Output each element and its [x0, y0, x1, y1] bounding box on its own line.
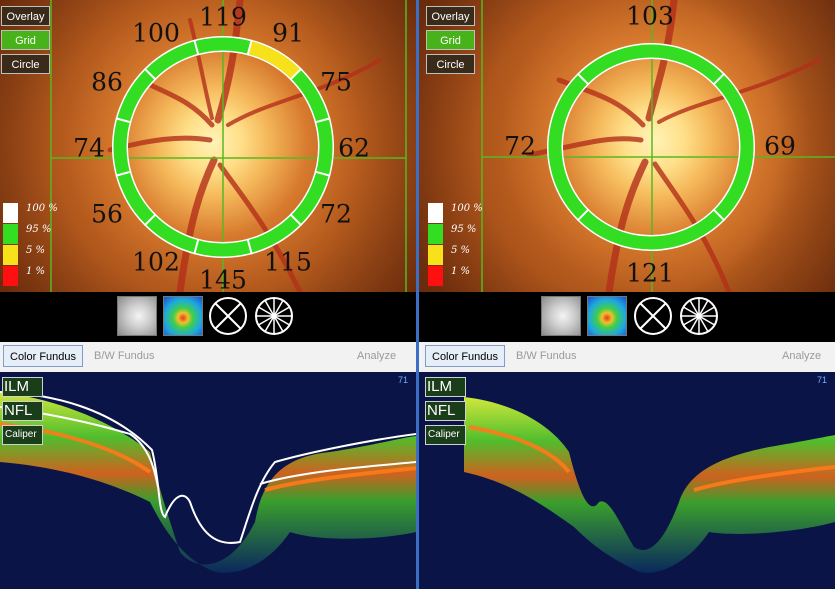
scan-number: 71 — [817, 375, 828, 385]
tab-color-fundus[interactable]: Color Fundus — [425, 345, 506, 367]
grid-button[interactable]: Grid — [426, 30, 475, 50]
quadrant-value-left: 72 — [504, 131, 536, 161]
quadrant-value-top: 103 — [626, 1, 674, 31]
caliper-button[interactable]: Caliper — [2, 425, 43, 445]
clock-hour-circle-icon[interactable] — [254, 296, 294, 336]
left-eye-panel: Overlay Grid Circle 100 % 95 % 5 % 1 % 1… — [0, 0, 416, 589]
clock-value-left-upper: 86 — [91, 67, 123, 97]
nfl-button[interactable]: NFL — [2, 401, 43, 421]
circle-button[interactable]: Circle — [426, 54, 475, 74]
quadrant-ring-right — [547, 43, 755, 251]
analyze-button[interactable]: Analyze — [357, 345, 396, 367]
scale-label-95: 95 % — [451, 224, 477, 235]
clock-value-right: 62 — [338, 133, 370, 163]
scale-label-95: 95 % — [26, 224, 52, 235]
oct-scan-image-left — [0, 391, 416, 573]
oct-bscan-right[interactable]: ILM NFL Caliper 71 — [419, 372, 835, 589]
right-eye-panel: Overlay Grid Circle 100 % 95 % 5 % 1 % 1… — [419, 0, 835, 589]
tab-bw-fundus[interactable]: B/W Fundus — [516, 345, 577, 367]
scale-label-5: 5 % — [26, 245, 46, 256]
bw-fundus-thumbnail[interactable] — [117, 296, 157, 336]
thickness-map-thumbnail[interactable] — [587, 296, 627, 336]
caliper-button[interactable]: Caliper — [425, 425, 466, 445]
grid-button[interactable]: Grid — [1, 30, 50, 50]
scale-label-1: 1 % — [26, 266, 46, 277]
clock-hour-circle-icon[interactable] — [679, 296, 719, 336]
scale-swatch-red — [428, 266, 443, 286]
scale-swatch-white — [3, 203, 18, 223]
scale-swatch-yellow — [3, 245, 18, 265]
scale-swatch-green — [428, 224, 443, 244]
analyze-button[interactable]: Analyze — [782, 345, 821, 367]
image-mode-tabs-left: Color Fundus B/W Fundus Analyze — [0, 342, 416, 372]
clock-value-top: 119 — [199, 2, 247, 32]
circle-button[interactable]: Circle — [1, 54, 50, 74]
scale-label-5: 5 % — [451, 245, 471, 256]
clock-value-left-lower: 56 — [91, 199, 123, 229]
scan-number: 71 — [398, 375, 409, 385]
image-mode-tabs-right: Color Fundus B/W Fundus Analyze — [419, 342, 835, 372]
overlay-button[interactable]: Overlay — [1, 6, 50, 26]
clock-value-bottom-right: 115 — [264, 247, 312, 277]
oct-scan-image-right — [464, 397, 835, 573]
scale-swatch-yellow — [428, 245, 443, 265]
ilm-button[interactable]: ILM — [2, 377, 43, 397]
scale-label-100: 100 % — [451, 203, 483, 214]
quadrant-value-right: 69 — [764, 131, 796, 161]
overlay-button[interactable]: Overlay — [426, 6, 475, 26]
view-thumbnail-strip-right — [419, 292, 835, 342]
clock-value-bottom-left: 102 — [132, 247, 180, 277]
tab-color-fundus[interactable]: Color Fundus — [3, 345, 84, 367]
clock-value-right-upper: 75 — [320, 67, 352, 97]
clock-value-right-lower: 72 — [320, 199, 352, 229]
tab-bw-fundus[interactable]: B/W Fundus — [94, 345, 155, 367]
quadrant-circle-icon[interactable] — [208, 296, 248, 336]
clock-value-left: 74 — [73, 133, 105, 163]
thickness-map-thumbnail[interactable] — [163, 296, 203, 336]
clock-value-top-left-upper: 100 — [132, 18, 180, 48]
fundus-image-left[interactable]: Overlay Grid Circle 100 % 95 % 5 % 1 % 1… — [0, 0, 416, 292]
scale-label-1: 1 % — [451, 266, 471, 277]
ilm-button[interactable]: ILM — [425, 377, 466, 397]
scale-swatch-green — [3, 224, 18, 244]
quadrant-value-bottom: 121 — [626, 258, 674, 288]
view-thumbnail-strip-left — [0, 292, 416, 342]
fundus-image-right[interactable]: Overlay Grid Circle 100 % 95 % 5 % 1 % 1… — [419, 0, 835, 292]
scale-swatch-red — [3, 266, 18, 286]
oct-bscan-left[interactable]: ILM NFL Caliper 71 — [0, 372, 416, 589]
nfl-button[interactable]: NFL — [425, 401, 466, 421]
quadrant-circle-icon[interactable] — [633, 296, 673, 336]
scale-label-100: 100 % — [26, 203, 58, 214]
clock-value-bottom: 145 — [199, 265, 247, 293]
bw-fundus-thumbnail[interactable] — [541, 296, 581, 336]
scale-swatch-white — [428, 203, 443, 223]
clock-value-top-right-upper: 91 — [272, 18, 304, 48]
